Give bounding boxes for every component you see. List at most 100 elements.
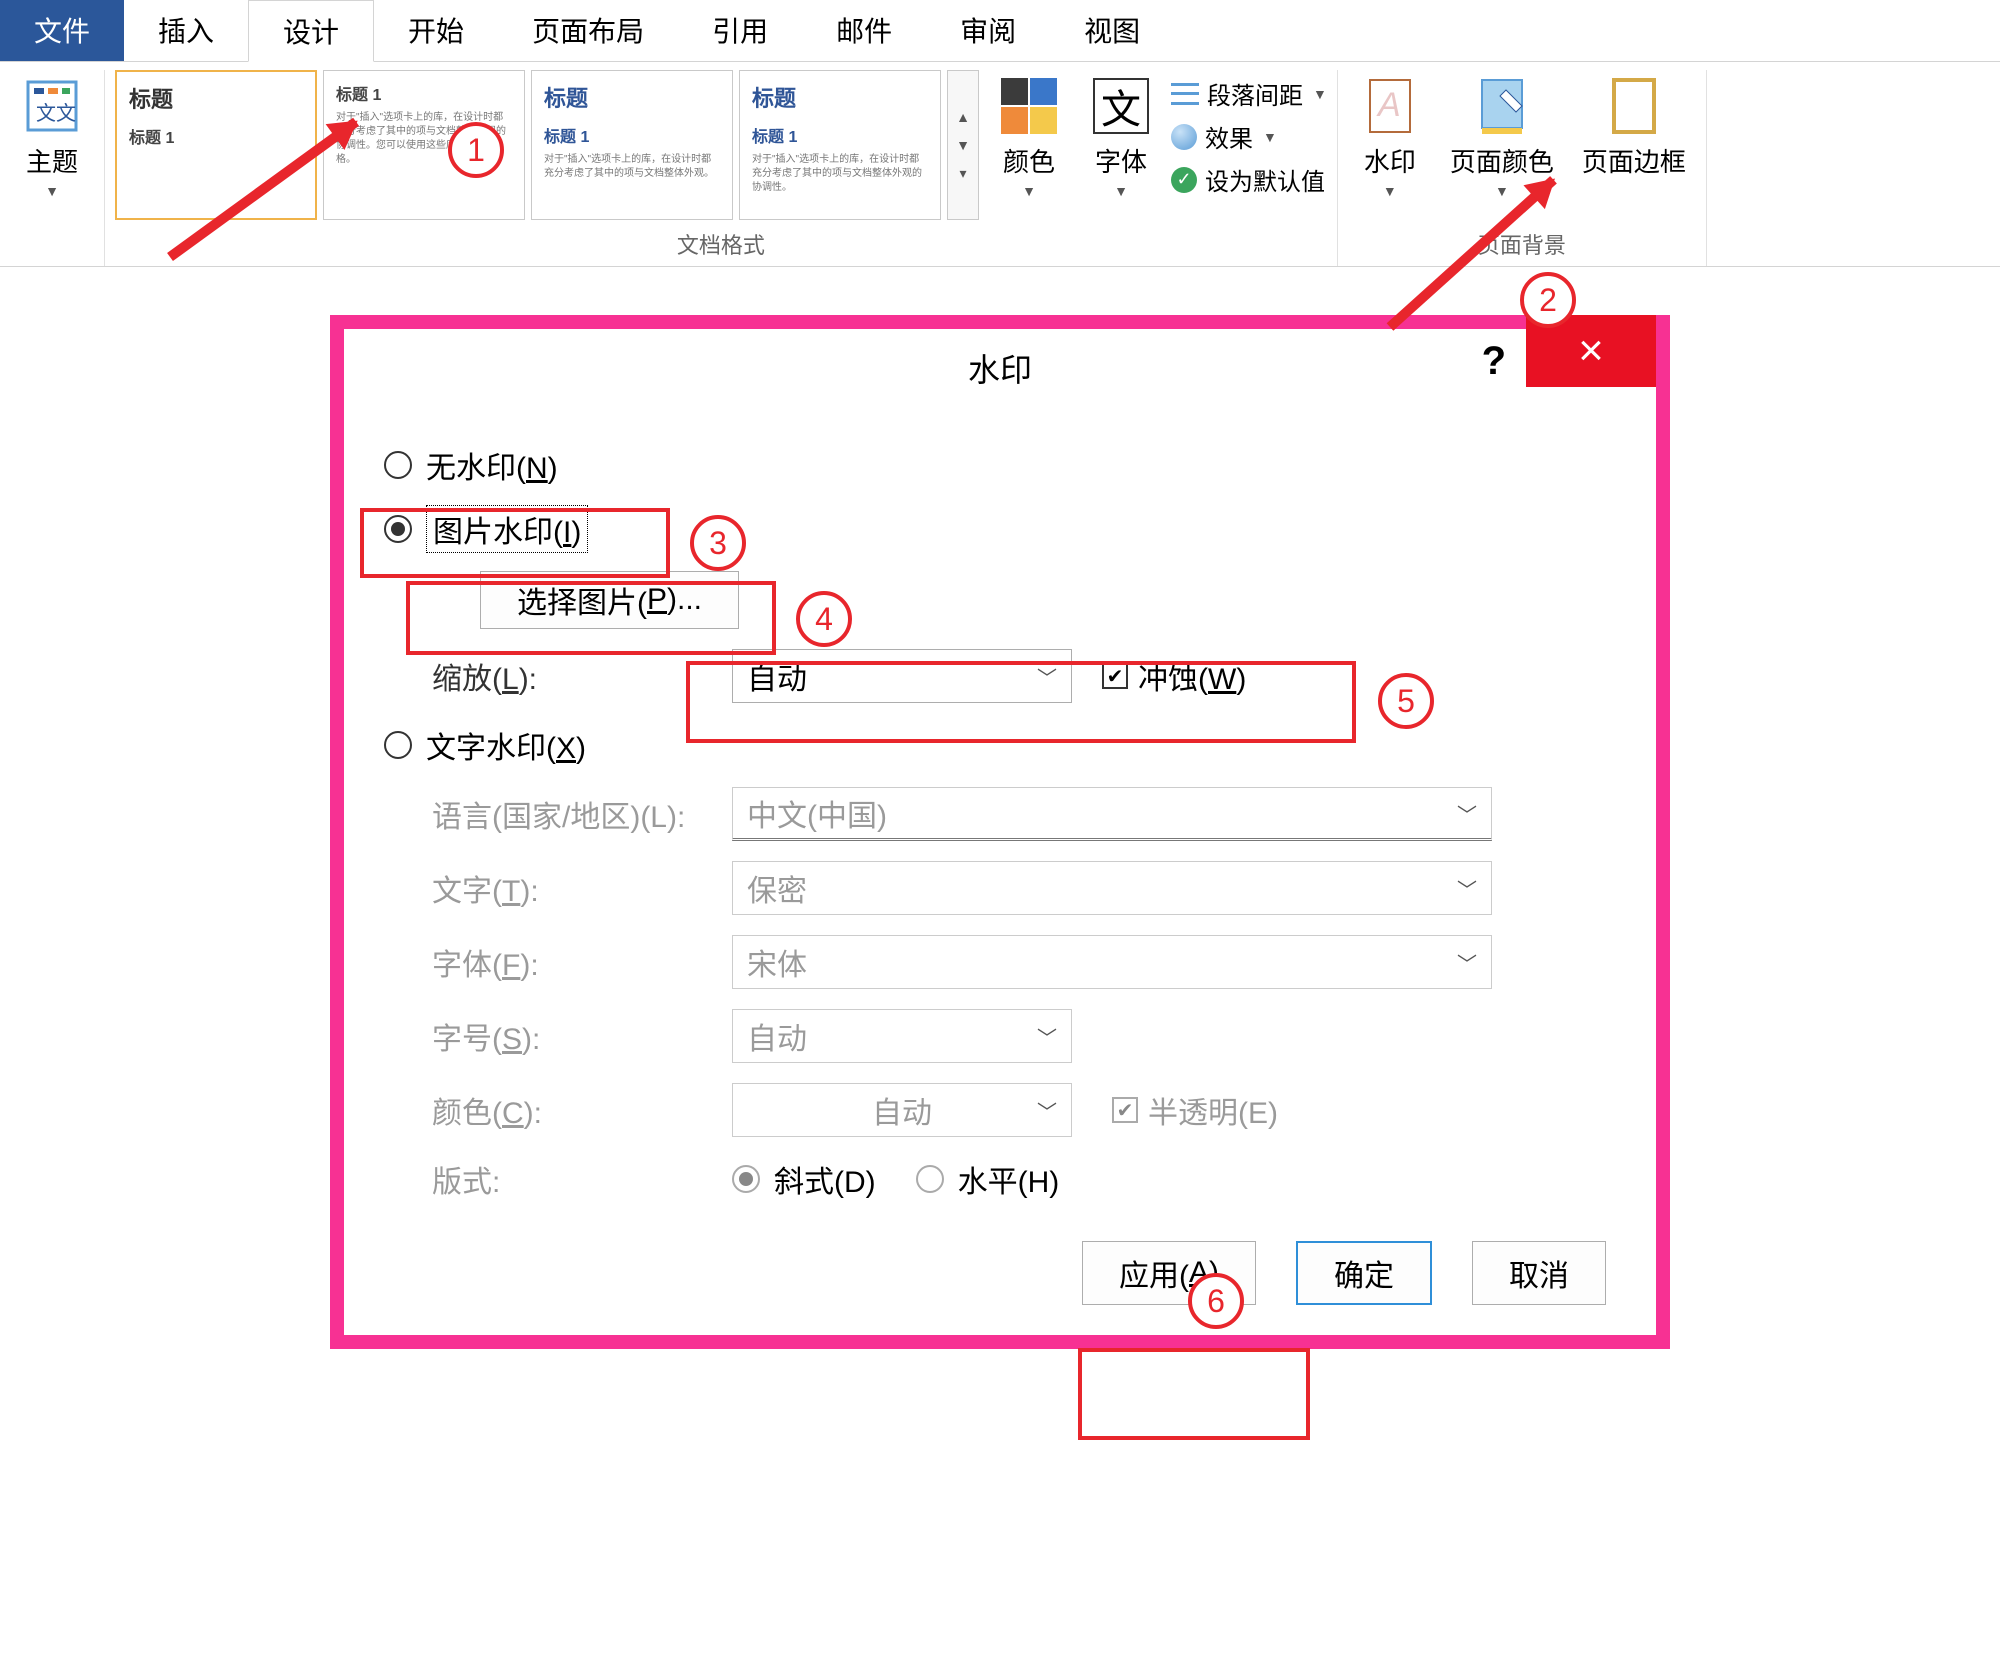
- chevron-down-icon: ﹀: [1037, 1022, 1057, 1051]
- highlight-rect-4: [406, 581, 776, 655]
- dialog-body: 无水印(N) 图片水印(I) 选择图片(P)... 缩放(L): 自动 ﹀: [344, 401, 1656, 1335]
- radio-horizontal: [916, 1165, 944, 1193]
- highlight-rect-3: [360, 508, 670, 578]
- colors-label: 颜色: [1003, 142, 1055, 179]
- radio-diagonal: [732, 1165, 760, 1193]
- close-button[interactable]: ×: [1526, 315, 1656, 387]
- chevron-down-icon: ﹀: [1037, 1096, 1057, 1125]
- tab-insert[interactable]: 插入: [124, 0, 248, 61]
- style-thumb-3[interactable]: 标题 标题 1 对于"插入"选项卡上的库，在设计时都充分考虑了其中的项与文档整体…: [531, 70, 733, 220]
- ok-button[interactable]: 确定: [1296, 1241, 1432, 1305]
- highlight-rect-5: [686, 661, 1356, 743]
- dialog-title: 水印: [968, 345, 1032, 391]
- style-thumb-2[interactable]: 标题 1 对于"插入"选项卡上的库，在设计时都充分考虑了其中的项与文档整体外观的…: [323, 70, 525, 220]
- chevron-down-icon: ▼: [1313, 86, 1327, 102]
- page-borders-label: 页面边框: [1582, 142, 1686, 179]
- watermark-button[interactable]: A 水印 ▼: [1348, 70, 1432, 203]
- size-row: 字号(S): 自动 ﹀: [432, 1009, 1616, 1063]
- layout-label: 版式:: [432, 1157, 732, 1201]
- highlight-rect-6: [1078, 1348, 1310, 1440]
- ribbon-body: 文文 主题 ▼ 标题 标题 1 标题 1 对于"插入"选项卡上的库，在设计时都充…: [0, 62, 2000, 267]
- chevron-down-icon: ﹀: [1457, 799, 1477, 828]
- tab-mailings[interactable]: 邮件: [802, 0, 926, 61]
- color-label: 颜色(C):: [432, 1088, 732, 1132]
- group-document-formatting: 标题 标题 1 标题 1 对于"插入"选项卡上的库，在设计时都充分考虑了其中的项…: [105, 70, 1338, 266]
- chevron-down-icon: ▼: [1495, 183, 1509, 199]
- paragraph-spacing-icon: [1171, 83, 1199, 105]
- cancel-button[interactable]: 取消: [1472, 1241, 1606, 1305]
- style-set-gallery[interactable]: 标题 标题 1 标题 1 对于"插入"选项卡上的库，在设计时都充分考虑了其中的项…: [115, 70, 979, 220]
- dialog-button-row: 应用(A) 确定 取消: [384, 1241, 1616, 1305]
- option-no-watermark[interactable]: 无水印(N): [384, 443, 1616, 487]
- text-row: 文字(T): 保密 ﹀: [432, 861, 1616, 915]
- page-color-icon: [1470, 74, 1534, 138]
- size-label: 字号(S):: [432, 1014, 732, 1058]
- effects-icon: [1171, 124, 1197, 150]
- paragraph-spacing-button[interactable]: 段落间距 ▼: [1171, 76, 1327, 111]
- tab-review[interactable]: 审阅: [926, 0, 1050, 61]
- radio-text-watermark[interactable]: [384, 731, 412, 759]
- language-row: 语言(国家/地区)(L): 中文(中国) ﹀: [432, 787, 1616, 841]
- chevron-down-icon: ﹀: [1457, 948, 1477, 977]
- tab-home[interactable]: 开始: [374, 0, 498, 61]
- style-thumb-1[interactable]: 标题 标题 1: [115, 70, 317, 220]
- svg-text:A: A: [1376, 86, 1401, 124]
- apply-button[interactable]: 应用(A): [1082, 1241, 1256, 1305]
- fonts-label: 字体: [1095, 142, 1147, 179]
- page-color-button[interactable]: 页面颜色 ▼: [1440, 70, 1564, 203]
- check-circle-icon: ✓: [1171, 167, 1197, 193]
- page-borders-button[interactable]: 页面边框: [1572, 70, 1696, 183]
- radio-no-watermark[interactable]: [384, 451, 412, 479]
- text-combobox: 保密 ﹀: [732, 861, 1492, 915]
- colors-icon: [997, 74, 1061, 138]
- help-button[interactable]: ?: [1482, 339, 1506, 384]
- chevron-down-icon: ﹀: [1457, 874, 1477, 903]
- style-thumb-4[interactable]: 标题 标题 1 对于"插入"选项卡上的库，在设计时都充分考虑了其中的项与文档整体…: [739, 70, 941, 220]
- svg-text:文文: 文文: [36, 102, 76, 125]
- colors-button[interactable]: 颜色 ▼: [987, 70, 1071, 203]
- color-row: 颜色(C): 自动 ﹀ ✔ 半透明(E): [432, 1083, 1616, 1137]
- tab-file[interactable]: 文件: [0, 0, 124, 61]
- layout-horizontal: 水平(H): [916, 1157, 1060, 1201]
- group-themes: 文文 主题 ▼: [0, 70, 105, 266]
- chevron-down-icon: ▼: [1383, 183, 1397, 199]
- tab-view[interactable]: 视图: [1050, 0, 1174, 61]
- dialog-titlebar: 水印 ? ×: [344, 329, 1656, 401]
- font-row: 字体(F): 宋体 ﹀: [432, 935, 1616, 989]
- layout-row: 版式: 斜式(D) 水平(H): [432, 1157, 1616, 1201]
- layout-diagonal: 斜式(D): [732, 1157, 876, 1201]
- text-label: 文字(T):: [432, 866, 732, 910]
- group-label-page-bg: 页面背景: [1478, 220, 1566, 260]
- color-combobox: 自动 ﹀: [732, 1083, 1072, 1137]
- chevron-down-icon: ▼: [1114, 183, 1128, 199]
- chevron-down-icon: ▼: [1022, 183, 1036, 199]
- themes-label: 主题: [26, 142, 78, 179]
- font-label: 字体(F):: [432, 940, 732, 984]
- themes-button[interactable]: 文文 主题 ▼: [10, 70, 94, 203]
- watermark-label: 水印: [1364, 142, 1416, 179]
- watermark-icon: A: [1358, 74, 1422, 138]
- language-label: 语言(国家/地区)(L):: [432, 792, 732, 836]
- page-color-label: 页面颜色: [1450, 142, 1554, 179]
- tab-references[interactable]: 引用: [678, 0, 802, 61]
- watermark-dialog-container: 水印 ? × 无水印(N) 图片水印(I) 选择图片(P)...: [330, 315, 1670, 1349]
- close-icon: ×: [1578, 326, 1604, 376]
- tab-design[interactable]: 设计: [248, 0, 374, 62]
- chevron-down-icon: ▼: [45, 183, 59, 199]
- set-default-button[interactable]: ✓ 设为默认值: [1171, 162, 1327, 197]
- formatting-options: 段落间距 ▼ 效果 ▼ ✓ 设为默认值: [1171, 70, 1327, 197]
- group-page-background: A 水印 ▼ 页面颜色 ▼ 页面边框 页面背景: [1338, 70, 1707, 266]
- page-borders-icon: [1602, 74, 1666, 138]
- watermark-dialog: 水印 ? × 无水印(N) 图片水印(I) 选择图片(P)...: [330, 315, 1670, 1349]
- fonts-icon: 文: [1089, 74, 1153, 138]
- fonts-button[interactable]: 文 字体 ▼: [1079, 70, 1163, 203]
- semitransparent-checkbox: ✔: [1112, 1097, 1138, 1123]
- chevron-down-icon: ▼: [1263, 129, 1277, 145]
- effects-button[interactable]: 效果 ▼: [1171, 119, 1327, 154]
- tab-page-layout[interactable]: 页面布局: [498, 0, 678, 61]
- ribbon-tabs: 文件 插入 设计 开始 页面布局 引用 邮件 审阅 视图: [0, 0, 2000, 62]
- gallery-more-button[interactable]: ▲▼▾: [947, 70, 979, 220]
- size-combobox: 自动 ﹀: [732, 1009, 1072, 1063]
- themes-icon: 文文: [20, 74, 84, 138]
- semitransparent-checkbox-wrap: ✔ 半透明(E): [1112, 1088, 1278, 1132]
